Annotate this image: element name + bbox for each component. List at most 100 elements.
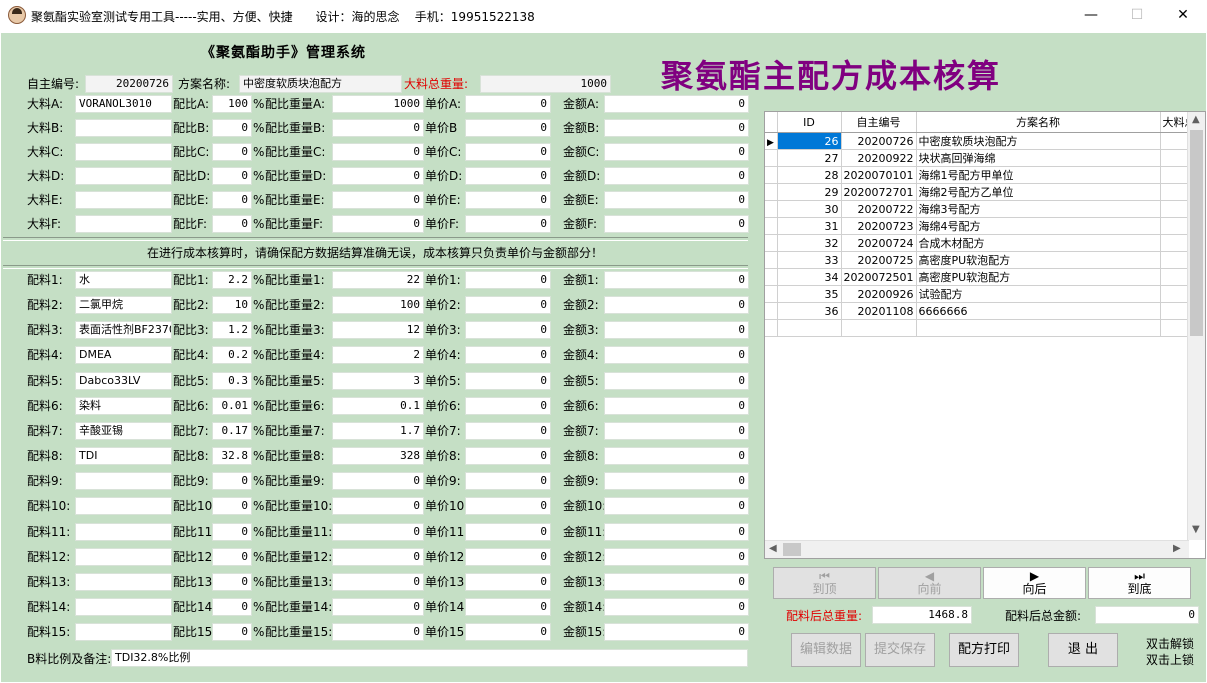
cell-code[interactable]: 2020072501 — [841, 268, 917, 286]
minimize-button[interactable]: — — [1068, 0, 1114, 30]
material-name-field[interactable]: 水 — [75, 271, 172, 289]
weight-field[interactable]: 328 — [332, 447, 424, 466]
ratio-field[interactable]: 0 — [212, 167, 252, 185]
material-name-field[interactable]: TDI — [75, 447, 172, 466]
price-field[interactable]: 0 — [465, 143, 551, 161]
table-row[interactable]: 3520200926试验配方2 — [765, 285, 1199, 303]
weight-field[interactable]: 1.7 — [332, 421, 424, 440]
amount-field[interactable]: 0 — [604, 623, 749, 642]
after-weight-field[interactable]: 1468.8 — [872, 606, 972, 624]
table-row[interactable]: 32 20200724 合成木材配方 — [765, 234, 1199, 252]
after-amount-field[interactable]: 0 — [1095, 606, 1199, 624]
amount-field[interactable]: 0 — [604, 143, 749, 161]
cell-id[interactable]: 36 — [777, 302, 842, 320]
scroll-left-icon[interactable]: ◀ — [769, 543, 777, 554]
weight-field[interactable]: 0 — [332, 572, 424, 591]
table-row[interactable]: ▶ 26 20200726 中密度软质块泡配方 — [765, 132, 1199, 150]
material-name-field[interactable] — [75, 215, 172, 233]
price-field[interactable]: 0 — [465, 447, 551, 466]
price-field[interactable]: 0 — [465, 396, 551, 415]
grid-header-name[interactable]: 方案名称 — [916, 112, 1161, 133]
cell-name[interactable]: 试验配方 — [916, 285, 1161, 303]
cell-code[interactable]: 20200926 — [841, 285, 917, 303]
weight-field[interactable]: 0 — [332, 597, 424, 616]
grid-header-code[interactable]: 自主编号 — [841, 112, 917, 133]
weight-field[interactable]: 0 — [332, 167, 424, 185]
cell-id[interactable]: 33 — [777, 251, 842, 269]
table-row[interactable]: 36 20201108 6666666 — [765, 302, 1199, 320]
weight-field[interactable]: 3 — [332, 371, 424, 390]
amount-field[interactable]: 0 — [604, 497, 749, 516]
price-field[interactable]: 0 — [465, 522, 551, 541]
ratio-field[interactable]: 0 — [212, 215, 252, 233]
cell-empty[interactable] — [765, 319, 778, 337]
cell-empty[interactable] — [916, 319, 1161, 337]
ratio-field[interactable]: 0 — [212, 191, 252, 209]
table-row[interactable]: 30 20200722 海绵3号配方 — [765, 200, 1199, 218]
ratio-field[interactable]: 100 — [212, 95, 252, 113]
amount-field[interactable]: 0 — [604, 396, 749, 415]
amount-field[interactable]: 0 — [604, 167, 749, 185]
price-field[interactable]: 0 — [465, 497, 551, 516]
cell-name[interactable]: 6666666 — [916, 302, 1161, 320]
ratio-field[interactable]: 32.8 — [212, 447, 252, 466]
ratio-field[interactable]: 0 — [212, 472, 252, 491]
cell-name[interactable]: 高密度PU软泡配方 — [916, 268, 1161, 286]
amount-field[interactable]: 0 — [604, 271, 749, 289]
material-name-field[interactable] — [75, 167, 172, 185]
weight-field[interactable]: 0 — [332, 623, 424, 642]
ratio-field[interactable]: 0 — [212, 497, 252, 516]
cell-id[interactable]: 34 — [777, 268, 842, 286]
price-field[interactable]: 0 — [465, 167, 551, 185]
price-field[interactable]: 0 — [465, 472, 551, 491]
price-field[interactable]: 0 — [465, 271, 551, 289]
amount-field[interactable]: 0 — [604, 321, 749, 340]
price-field[interactable]: 0 — [465, 321, 551, 340]
material-name-field[interactable]: VORANOL3010 — [75, 95, 172, 113]
table-row[interactable]: 31 20200723 海绵4号配方 — [765, 217, 1199, 235]
weight-field[interactable]: 0 — [332, 191, 424, 209]
close-button[interactable]: ✕ — [1160, 0, 1206, 30]
ratio-field[interactable]: 0 — [212, 547, 252, 566]
cell-code[interactable]: 20200724 — [841, 234, 917, 252]
unlock-hint[interactable]: 双击解锁 — [1146, 636, 1194, 652]
weight-field[interactable]: 2 — [332, 346, 424, 365]
ratio-field[interactable]: 0 — [212, 597, 252, 616]
price-field[interactable]: 0 — [465, 296, 551, 315]
cell-name[interactable]: 合成木材配方 — [916, 234, 1161, 252]
price-field[interactable]: 0 — [465, 371, 551, 390]
price-field[interactable]: 0 — [465, 215, 551, 233]
material-name-field[interactable]: 二氯甲烷 — [75, 296, 172, 315]
recipe-grid[interactable]: ID 自主编号 方案名称 大料总 ▶ 26 20200726 中密度软质块泡配方 27 2… — [764, 111, 1206, 559]
amount-field[interactable]: 0 — [604, 447, 749, 466]
material-name-field[interactable] — [75, 497, 172, 516]
cell-name[interactable]: 海绵2号配方乙单位 — [916, 183, 1161, 201]
nav-prev-button[interactable]: ◀ 向前 — [878, 567, 981, 599]
material-name-field[interactable] — [75, 623, 172, 642]
nav-next-button[interactable]: ▶ 向后 — [983, 567, 1086, 599]
scroll-thumb[interactable] — [1190, 130, 1203, 336]
weight-field[interactable]: 0 — [332, 472, 424, 491]
grid-horizontal-scrollbar[interactable]: ◀ ▶ — [765, 540, 1189, 558]
price-field[interactable]: 0 — [465, 119, 551, 137]
cell-name[interactable]: 海绵3号配方 — [916, 200, 1161, 218]
weight-field[interactable]: 100 — [332, 296, 424, 315]
material-name-field[interactable]: 辛酸亚锡 — [75, 421, 172, 440]
price-field[interactable]: 0 — [465, 421, 551, 440]
cell-id[interactable]: 31 — [777, 217, 842, 235]
amount-field[interactable]: 0 — [604, 119, 749, 137]
cell-id[interactable]: 27 — [777, 149, 842, 167]
weight-field[interactable]: 0 — [332, 215, 424, 233]
cell-code[interactable]: 2020072701 — [841, 183, 917, 201]
price-field[interactable]: 0 — [465, 623, 551, 642]
cell-code[interactable]: 20200723 — [841, 217, 917, 235]
cell-id[interactable]: 35 — [777, 285, 842, 303]
table-row[interactable]: 34 2020072501 高密度PU软泡配方 — [765, 268, 1199, 286]
cell-id[interactable]: 30 — [777, 200, 842, 218]
notes-field[interactable]: TDI32.8%比例 — [111, 649, 748, 667]
cell-name[interactable]: 高密度PU软泡配方 — [916, 251, 1161, 269]
amount-field[interactable]: 0 — [604, 547, 749, 566]
ratio-field[interactable]: 0.3 — [212, 371, 252, 390]
cell-name[interactable]: 中密度软质块泡配方 — [916, 132, 1161, 150]
ratio-field[interactable]: 10 — [212, 296, 252, 315]
